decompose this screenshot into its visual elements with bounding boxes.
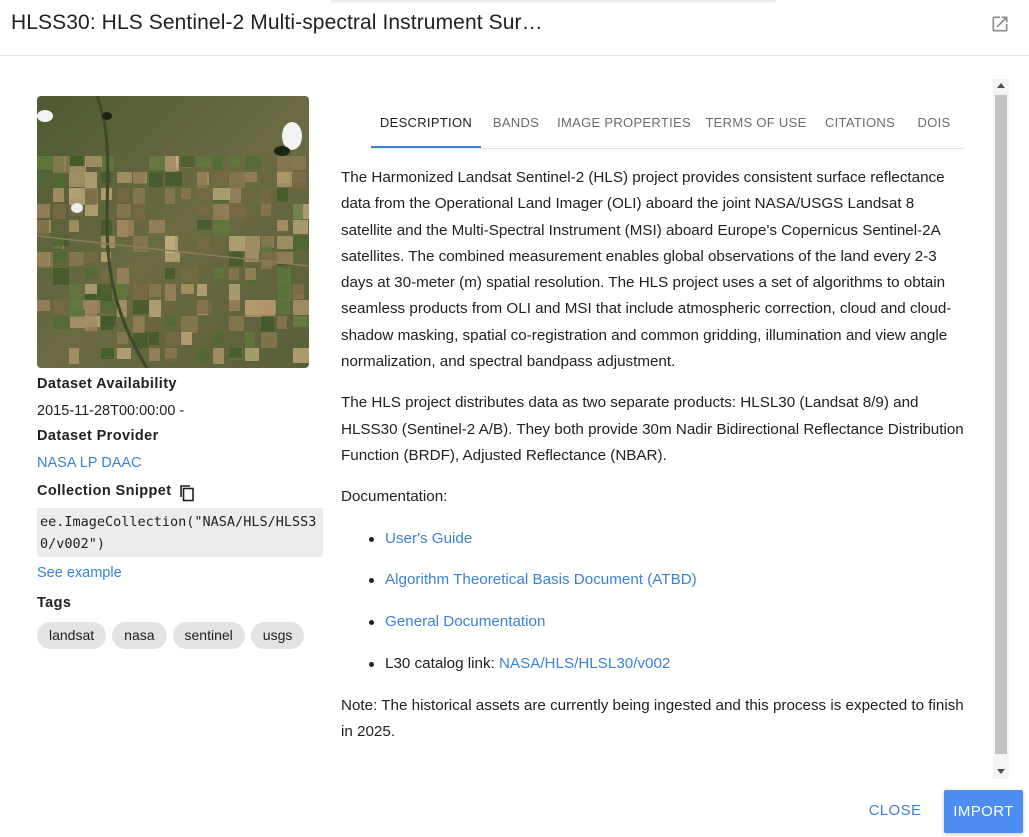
availability-value: 2015-11-28T00:00:00 -	[37, 403, 185, 419]
note-paragraph: Note: The historical assets are currentl…	[341, 696, 964, 741]
availability-label: Dataset Availability	[37, 376, 177, 392]
scroll-up-arrow-icon[interactable]	[997, 83, 1005, 88]
description-paragraph: The Harmonized Landsat Sentinel-2 (HLS) …	[341, 169, 952, 371]
list-item: General Documentation	[369, 609, 967, 635]
list-item: Algorithm Theoretical Basis Document (AT…	[369, 567, 967, 593]
dataset-thumbnail	[37, 96, 309, 368]
list-item: L30 catalog link: NASA/HLS/HLSL30/v002	[369, 651, 967, 677]
import-button[interactable]: IMPORT	[944, 790, 1023, 833]
tab-description[interactable]: DESCRIPTION	[371, 100, 481, 148]
copy-icon[interactable]	[179, 484, 195, 502]
users-guide-link[interactable]: User's Guide	[385, 530, 472, 547]
description-content: The Harmonized Landsat Sentinel-2 (HLS) …	[341, 165, 967, 760]
tag-chip[interactable]: usgs	[250, 622, 305, 649]
catalog-link-label: L30 catalog link:	[385, 654, 499, 672]
tag-chip[interactable]: landsat	[37, 622, 107, 649]
catalog-link[interactable]: NASA/HLS/HLSL30/v002	[499, 655, 670, 672]
tags-label: Tags	[37, 595, 72, 611]
tab-dois[interactable]: DOIS	[905, 100, 963, 148]
tab-terms-of-use[interactable]: TERMS OF USE	[697, 100, 815, 148]
dialog-title: HLSS30: HLS Sentinel-2 Multi-spectral In…	[11, 11, 543, 34]
documentation-label: Documentation:	[341, 488, 448, 506]
snippet-label: Collection Snippet	[37, 483, 172, 499]
provider-link[interactable]: NASA LP DAAC	[37, 455, 142, 471]
tag-chip[interactable]: sentinel	[172, 622, 245, 649]
see-example-link[interactable]: See example	[37, 565, 122, 581]
scrollbar-thumb[interactable]	[995, 95, 1007, 754]
description-paragraph: The HLS project distributes data as two …	[341, 394, 964, 464]
atbd-link[interactable]: Algorithm Theoretical Basis Document (AT…	[385, 571, 697, 588]
tab-bands[interactable]: BANDS	[481, 100, 551, 148]
scroll-down-arrow-icon[interactable]	[997, 769, 1005, 774]
tab-bar: DESCRIPTION BANDS IMAGE PROPERTIES TERMS…	[371, 100, 963, 149]
provider-label: Dataset Provider	[37, 428, 159, 444]
tag-chip[interactable]: nasa	[112, 622, 167, 649]
close-button[interactable]: CLOSE	[863, 791, 927, 831]
open-in-new-icon[interactable]	[990, 14, 1010, 34]
tab-citations[interactable]: CITATIONS	[815, 100, 905, 148]
list-item: User's Guide	[369, 526, 967, 552]
documentation-list: User's Guide Algorithm Theoretical Basis…	[341, 526, 967, 677]
tab-image-properties[interactable]: IMAGE PROPERTIES	[551, 100, 697, 148]
collection-snippet[interactable]: ee.ImageCollection("NASA/HLS/HLSS30/v002…	[37, 508, 323, 557]
general-documentation-link[interactable]: General Documentation	[385, 613, 545, 630]
dialog-header: HLSS30: HLS Sentinel-2 Multi-spectral In…	[0, 0, 1029, 56]
tags-list: landsat nasa sentinel usgs	[37, 622, 305, 649]
